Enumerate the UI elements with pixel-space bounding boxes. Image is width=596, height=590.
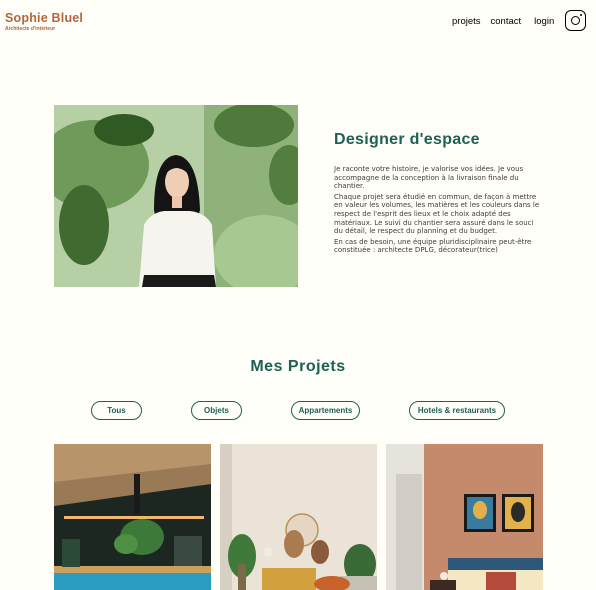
logo-subtitle: Architecte d'intérieur (5, 26, 56, 32)
intro-text: Je raconte votre histoire, je valorise v… (334, 165, 544, 257)
project-card-living-room[interactable] (220, 444, 377, 590)
projects-title: Mes Projets (250, 358, 346, 375)
portrait-illustration (54, 105, 298, 287)
portrait-photo (54, 105, 298, 287)
intro-paragraph: Je raconte votre histoire, je valorise v… (334, 165, 524, 191)
filter-tous-button[interactable]: Tous (91, 401, 142, 420)
logo-title: Sophie Bluel (5, 11, 84, 25)
main-nav: projets contact login (452, 16, 554, 27)
instagram-icon[interactable] (565, 10, 586, 31)
hotel-room-image (386, 444, 543, 590)
restaurant-image (54, 444, 211, 590)
filter-objets-button[interactable]: Objets (191, 401, 242, 420)
nav-projets[interactable]: projets (452, 16, 481, 27)
project-card-hotel-room[interactable] (386, 444, 543, 590)
intro-title: Designer d'espace (334, 131, 480, 148)
filter-hotels-restaurants-button[interactable]: Hotels & restaurants (409, 401, 505, 420)
filter-appartements-button[interactable]: Appartements (291, 401, 360, 420)
nav-login[interactable]: login (534, 16, 554, 27)
project-card-restaurant[interactable] (54, 444, 211, 590)
logo[interactable]: Sophie Bluel Architecte d'intérieur (5, 11, 83, 32)
intro-paragraph: Chaque projet sera étudié en commun, de … (334, 192, 540, 236)
nav-contact[interactable]: contact (491, 16, 522, 27)
intro-paragraph: En cas de besoin, une équipe pluridiscip… (334, 237, 532, 255)
living-room-image (220, 444, 377, 590)
